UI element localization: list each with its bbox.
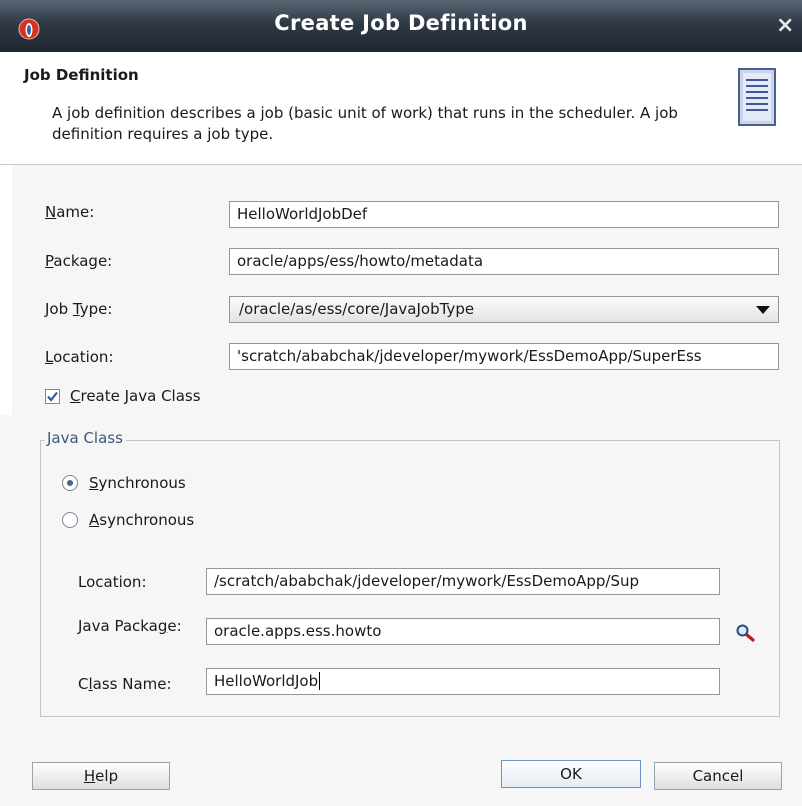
checkmark-icon [47, 391, 58, 402]
location-input[interactable]: 'scratch/ababchak/jdeveloper/mywork/EssD… [229, 343, 779, 370]
dropdown-arrow-icon[interactable] [756, 306, 770, 314]
search-icon[interactable] [735, 623, 757, 643]
help-button[interactable]: Help [32, 762, 170, 790]
name-input[interactable]: HelloWorldJobDef [229, 201, 779, 228]
class-location-input[interactable]: /scratch/ababchak/jdeveloper/mywork/EssD… [206, 568, 720, 595]
title-bar: Create Job Definition × [0, 0, 802, 52]
window-title: Create Job Definition [274, 11, 528, 35]
package-input[interactable]: oracle/apps/ess/howto/metadata [229, 248, 779, 275]
synchronous-label[interactable]: Synchronous [89, 474, 186, 492]
cancel-button[interactable]: Cancel [654, 762, 782, 790]
synchronous-radio[interactable] [62, 475, 78, 491]
package-label: Package: [45, 252, 113, 270]
job-type-label: Job Type: [45, 300, 113, 318]
document-icon [738, 68, 776, 126]
job-type-select[interactable]: /oracle/as/ess/core/JavaJobType [229, 296, 779, 323]
name-label: Name: [45, 203, 95, 221]
close-icon[interactable]: × [776, 13, 794, 38]
header-title: Job Definition [24, 66, 139, 84]
job-type-value: /oracle/as/ess/core/JavaJobType [239, 300, 475, 318]
create-java-class-checkbox[interactable] [45, 389, 60, 404]
java-class-group-title: Java Class [44, 429, 126, 447]
java-package-input[interactable]: oracle.apps.ess.howto [206, 618, 720, 645]
class-name-value: HelloWorldJob [214, 672, 319, 690]
header-description: A job definition describes a job (basic … [52, 104, 678, 143]
location-label: Location: [45, 348, 114, 366]
asynchronous-label[interactable]: Asynchronous [89, 511, 194, 529]
ok-button[interactable]: OK [501, 760, 641, 788]
text-cursor [319, 672, 321, 690]
asynchronous-radio[interactable] [62, 512, 78, 528]
java-package-label: Java Package: [78, 617, 182, 635]
class-name-input[interactable]: HelloWorldJob [206, 668, 720, 695]
dialog-header: Job Definition A job definition describe… [0, 52, 802, 165]
class-location-label: Location: [78, 573, 147, 591]
class-name-label: Class Name: [78, 675, 172, 693]
left-edge [0, 165, 12, 415]
radio-selected-dot [67, 480, 73, 486]
create-java-class-label[interactable]: Create Java Class [70, 387, 201, 405]
